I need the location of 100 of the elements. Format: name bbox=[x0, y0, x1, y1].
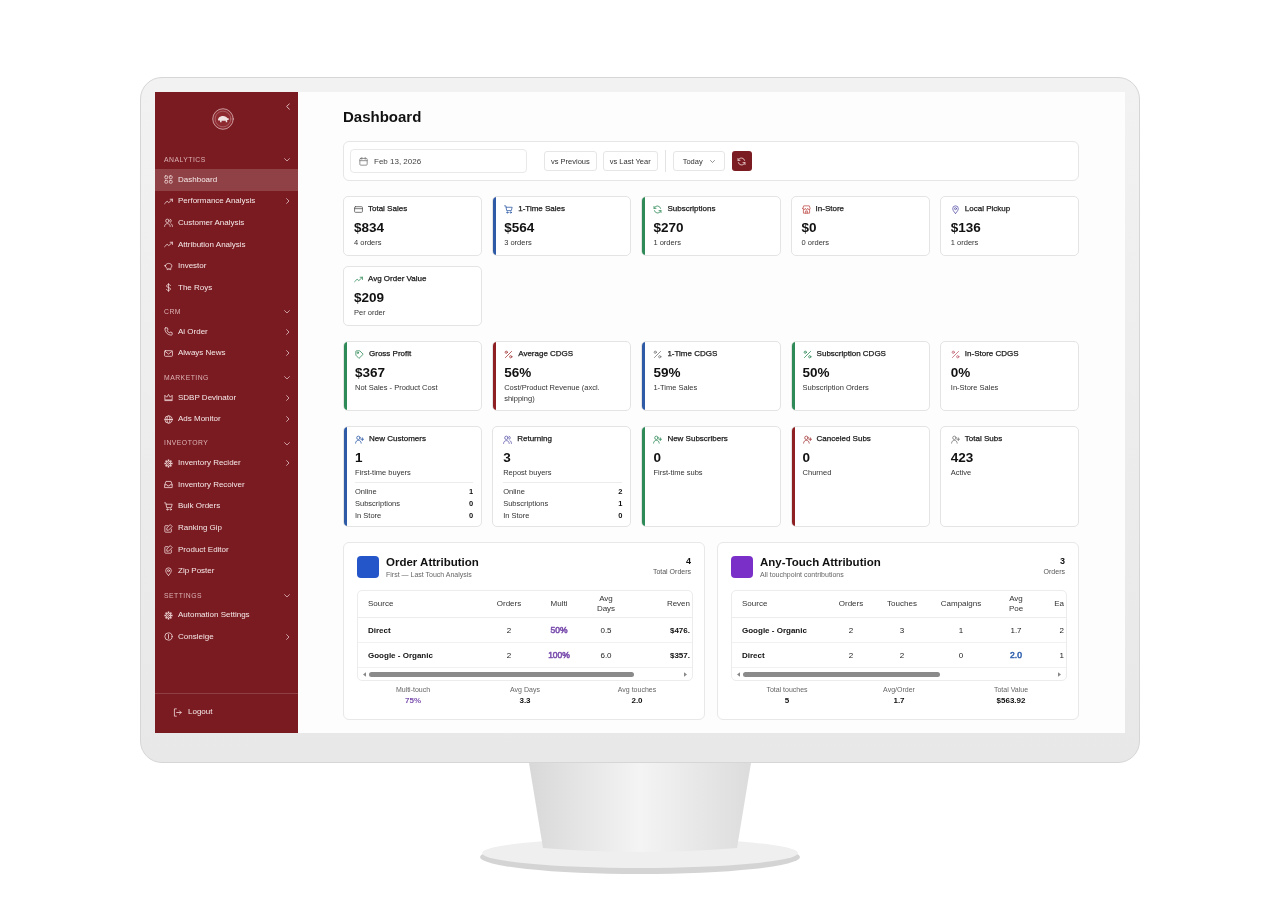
globe-icon bbox=[164, 414, 173, 424]
table-cell: $357. bbox=[626, 642, 692, 668]
left-triangle-icon bbox=[363, 671, 366, 677]
grid-icon bbox=[164, 175, 173, 185]
card-label: Total Sales bbox=[368, 204, 408, 214]
stat-value: 1.7 bbox=[892, 695, 906, 706]
card-value: 56% bbox=[504, 365, 533, 381]
sidebar-item[interactable]: Performance Analysis bbox=[155, 190, 298, 213]
sidebar-item[interactable]: Bulk Orders bbox=[155, 495, 298, 518]
card-value: 3 bbox=[503, 450, 512, 466]
table-cell: 2 bbox=[486, 642, 532, 668]
card-value: $136 bbox=[950, 220, 982, 236]
scrollbar-thumb[interactable] bbox=[369, 671, 634, 677]
sidebar-item[interactable]: Automation Settings bbox=[155, 604, 298, 627]
column-header: Avg Poe bbox=[993, 591, 1039, 618]
total-count: 3 bbox=[1059, 556, 1065, 567]
card-label: Avg Order Value bbox=[368, 274, 427, 284]
sidebar-item[interactable]: Ai Order bbox=[155, 321, 298, 343]
percent-icon bbox=[504, 349, 514, 359]
crown-icon bbox=[164, 393, 173, 403]
card-label: Average CDGS bbox=[518, 349, 574, 359]
card-value: 0 bbox=[802, 450, 812, 466]
card-label: Local Pickup bbox=[964, 204, 1011, 214]
card-value: 59% bbox=[653, 365, 682, 381]
table-cell: 50% bbox=[532, 617, 586, 643]
user-plus-icon bbox=[802, 434, 812, 444]
users-icon bbox=[503, 434, 513, 444]
card-value: 50% bbox=[802, 365, 831, 381]
page-title: Dashboard bbox=[343, 107, 423, 127]
card-value: 0 bbox=[653, 450, 662, 466]
gear-icon bbox=[164, 458, 173, 468]
store-icon bbox=[801, 204, 811, 214]
credit-card-icon bbox=[354, 204, 363, 214]
sidebar-item[interactable]: Investor bbox=[155, 255, 298, 277]
logout-button[interactable]: Logout bbox=[170, 702, 216, 722]
card-value: 1 bbox=[355, 450, 364, 466]
table-cell: 6.0 bbox=[586, 642, 626, 668]
table-cell: 2 bbox=[486, 617, 532, 643]
sidebar-item[interactable]: SDBP Devinator bbox=[155, 386, 298, 409]
percent-icon bbox=[950, 349, 960, 359]
table-cell: 3 bbox=[875, 617, 929, 643]
cart-icon bbox=[504, 204, 514, 214]
sidebar-item[interactable]: Customer Analysis bbox=[155, 212, 298, 234]
total-count: 4 bbox=[685, 556, 691, 567]
card-label: Subscription CDGS bbox=[816, 349, 886, 359]
column-header: Reven bbox=[626, 591, 692, 618]
card-label: 1-Time CDGS bbox=[667, 349, 718, 359]
column-header: Avg Days bbox=[586, 591, 626, 618]
user-plus-icon bbox=[950, 434, 960, 444]
chevron-down-icon bbox=[709, 159, 715, 163]
column-header: Orders bbox=[486, 591, 532, 618]
calendar-icon bbox=[359, 156, 368, 166]
sidebar-item[interactable]: Ranking Gip bbox=[155, 517, 298, 539]
left-triangle-icon bbox=[737, 671, 740, 677]
date-field[interactable]: Feb 13, 2026 bbox=[350, 149, 527, 173]
table-cell: Google - Organic bbox=[358, 642, 486, 668]
phone-icon bbox=[164, 327, 173, 337]
card-value: $209 bbox=[354, 290, 386, 306]
sidebar-item[interactable]: Zip Poster bbox=[155, 560, 298, 582]
column-header: Source bbox=[358, 591, 486, 618]
sidebar-item[interactable]: Dashboard bbox=[155, 169, 298, 191]
card-value: $0 bbox=[801, 220, 818, 236]
sidebar-item[interactable]: Ads Monitor bbox=[155, 408, 298, 430]
edit-icon bbox=[164, 523, 173, 533]
card-value: $564 bbox=[504, 220, 536, 236]
table-cell: 2 bbox=[1039, 617, 1066, 643]
card-label: Total Subs bbox=[964, 434, 1003, 444]
column-header: Orders bbox=[827, 591, 875, 618]
sidebar-item[interactable]: The Roys bbox=[155, 276, 298, 299]
card-label: Canceled Subs bbox=[816, 434, 871, 444]
refresh-icon bbox=[737, 156, 747, 166]
trend-up-icon bbox=[164, 240, 173, 250]
sidebar-item[interactable]: Inventory Recider bbox=[155, 452, 298, 475]
panel-title: Order Attribution bbox=[386, 556, 480, 569]
right-triangle-icon bbox=[1058, 671, 1061, 677]
pin-icon bbox=[950, 204, 960, 214]
stat-value: 3.3 bbox=[518, 695, 532, 706]
table-cell: 1 bbox=[929, 617, 993, 643]
sidebar-item[interactable]: Always News bbox=[155, 342, 298, 365]
sidebar-item[interactable]: Product Editor bbox=[155, 538, 298, 561]
sidebar-item[interactable]: Attribution Analysis bbox=[155, 233, 298, 256]
edit-icon bbox=[164, 545, 173, 555]
card-label: In-Store CDGS bbox=[964, 349, 1019, 359]
refresh-button[interactable] bbox=[731, 151, 752, 171]
trend-up-icon bbox=[354, 274, 363, 284]
table-cell: 0 bbox=[929, 642, 993, 668]
stat-value: 2.0 bbox=[630, 695, 644, 706]
logout-icon bbox=[173, 707, 182, 717]
column-header: Touches bbox=[875, 591, 929, 618]
table-cell: 1 bbox=[1039, 642, 1066, 668]
card-label: Returning bbox=[517, 434, 552, 444]
sidebar-item[interactable]: Consleige bbox=[155, 626, 298, 648]
scrollbar-thumb[interactable] bbox=[743, 671, 940, 677]
card-label: In-Store bbox=[815, 204, 845, 214]
chevron-left-icon[interactable] bbox=[286, 103, 290, 110]
column-header: Source bbox=[732, 591, 827, 618]
table-cell: 100% bbox=[532, 642, 586, 668]
card-label: New Customers bbox=[369, 434, 426, 444]
stat-value: $563.92 bbox=[995, 695, 1027, 706]
sidebar-item[interactable]: Inventory Recoiver bbox=[155, 474, 298, 496]
